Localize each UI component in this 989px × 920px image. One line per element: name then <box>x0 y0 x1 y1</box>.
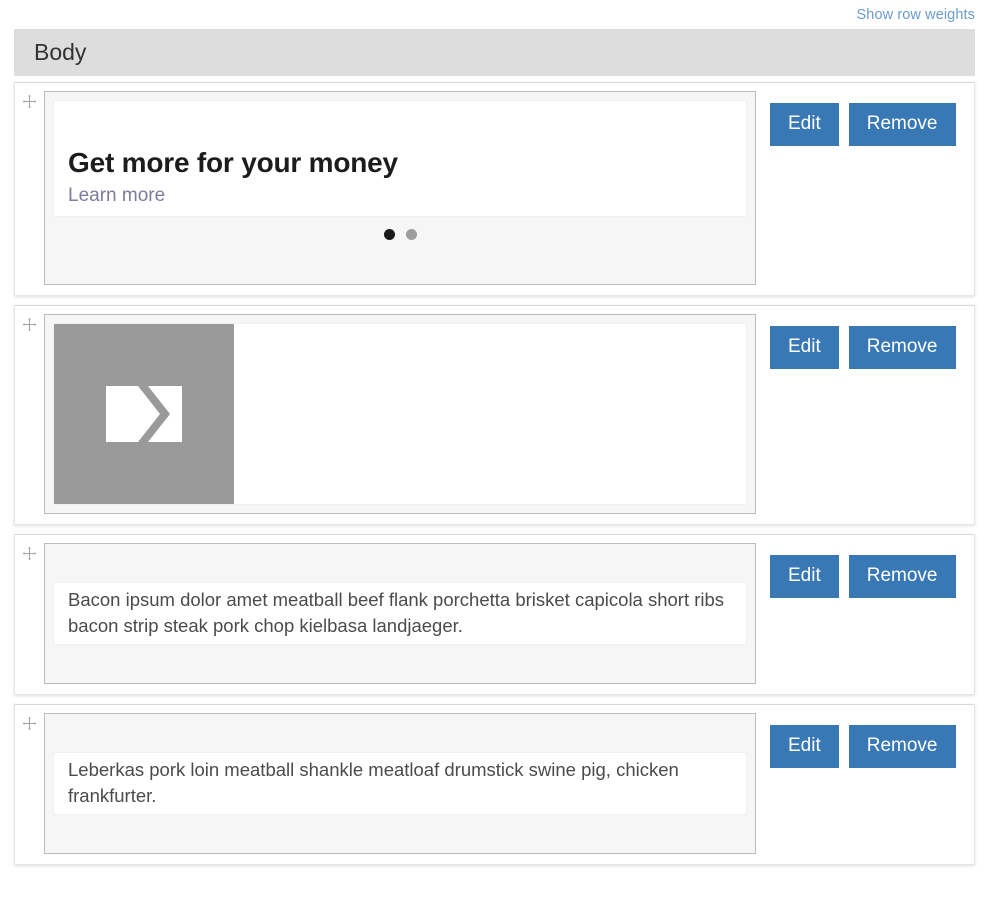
table-row: Bacon ipsum dolor amet meatball beef fla… <box>14 533 975 696</box>
broken-image-icon <box>54 323 234 504</box>
show-row-weights-link[interactable]: Show row weights <box>857 8 975 23</box>
carousel-dot-2[interactable] <box>405 228 417 240</box>
text-panel-wrapper: Bacon ipsum dolor amet meatball beef fla… <box>53 581 747 646</box>
paragraph-widget: Leberkas pork loin meatball shankle meat… <box>44 713 756 855</box>
row-content <box>44 313 764 514</box>
table-row: Leberkas pork loin meatball shankle meat… <box>14 704 975 866</box>
paragraph-text: Bacon ipsum dolor amet meatball beef fla… <box>68 588 725 637</box>
text-spacer-top <box>53 722 747 753</box>
paragraph-widget <box>44 313 756 514</box>
paragraph-widget: Get more for your money Learn more <box>44 91 756 285</box>
text-panel: Leberkas pork loin meatball shankle meat… <box>54 753 746 815</box>
move-handle-icon[interactable] <box>22 94 37 109</box>
move-handle-icon[interactable] <box>22 317 37 332</box>
carousel-dots <box>53 216 747 240</box>
edit-button[interactable]: Edit <box>770 325 839 369</box>
row-actions: Edit Remove <box>764 713 974 769</box>
image-panel <box>54 323 746 504</box>
table-row: Edit Remove <box>14 304 975 525</box>
row-content: Get more for your money Learn more <box>44 91 764 285</box>
move-handle-icon[interactable] <box>22 716 37 732</box>
paragraph-widget: Bacon ipsum dolor amet meatball beef fla… <box>44 542 756 685</box>
promo-panel: Get more for your money Learn more <box>54 101 746 216</box>
text-panel-wrapper: Leberkas pork loin meatball shankle meat… <box>53 752 747 816</box>
edit-button[interactable]: Edit <box>770 554 839 598</box>
promo-spacer <box>53 239 747 276</box>
remove-button[interactable]: Remove <box>848 725 956 769</box>
text-spacer-top <box>53 551 747 582</box>
move-handle-icon[interactable] <box>22 546 37 561</box>
row-content: Leberkas pork loin meatball shankle meat… <box>44 713 764 855</box>
image-panel-wrapper <box>53 322 747 505</box>
row-actions: Edit Remove <box>764 91 974 146</box>
promo-title: Get more for your money <box>68 147 398 178</box>
page-title: Body <box>34 39 87 65</box>
promo-learn-more-link[interactable]: Learn more <box>54 185 165 208</box>
field-header: Body <box>14 29 975 76</box>
carousel-dot-1[interactable] <box>383 228 395 240</box>
page-root: Show row weights Body Get more for your … <box>0 0 989 920</box>
row-actions: Edit Remove <box>764 543 974 598</box>
drag-cell <box>15 543 44 561</box>
drag-cell <box>15 91 44 109</box>
drag-cell <box>15 314 44 332</box>
promo-panel-wrapper: Get more for your money Learn more <box>53 100 747 217</box>
text-panel: Bacon ipsum dolor amet meatball beef fla… <box>54 582 746 645</box>
edit-button[interactable]: Edit <box>770 103 839 146</box>
text-spacer-bottom <box>53 645 747 676</box>
edit-button[interactable]: Edit <box>770 725 839 769</box>
paragraph-rows: Get more for your money Learn more Edit … <box>0 76 989 866</box>
remove-button[interactable]: Remove <box>848 103 956 146</box>
table-row: Get more for your money Learn more Edit … <box>14 82 975 296</box>
row-actions: Edit Remove <box>764 314 974 369</box>
paragraph-text: Leberkas pork loin meatball shankle meat… <box>68 759 679 807</box>
row-content: Bacon ipsum dolor amet meatball beef fla… <box>44 542 764 685</box>
field-toolbar: Show row weights <box>0 0 989 29</box>
remove-button[interactable]: Remove <box>848 554 956 598</box>
text-spacer-bottom <box>53 815 747 846</box>
drag-cell <box>15 713 44 732</box>
remove-button[interactable]: Remove <box>848 325 956 369</box>
